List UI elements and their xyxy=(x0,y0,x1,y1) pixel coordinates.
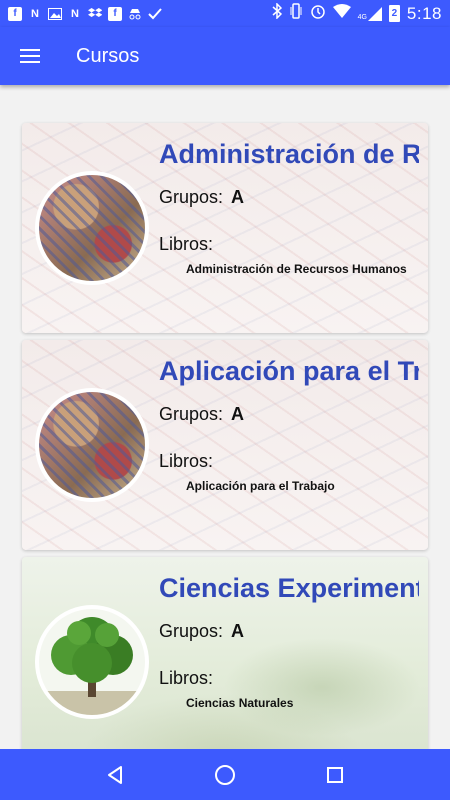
grupos-row: Grupos: A xyxy=(159,187,244,208)
recents-icon xyxy=(327,766,343,783)
back-icon xyxy=(108,765,122,784)
course-card[interactable]: Aplicación para el Trabajo Grupos: A Libr… xyxy=(22,340,428,550)
book-item[interactable]: Aplicación para el Trabajo xyxy=(186,479,335,493)
status-time: 5:18 xyxy=(406,3,442,23)
course-title: Ciencias Experimentales xyxy=(159,573,419,603)
grupos-label: Grupos: xyxy=(159,404,224,424)
course-title: Aplicación para el Trabajo xyxy=(159,356,419,386)
wifi-icon xyxy=(332,4,351,23)
course-title: Administración de Recursos Humanos xyxy=(159,139,419,169)
grupos-row: Grupos: A xyxy=(159,404,244,425)
alarm-icon xyxy=(310,3,326,24)
puzzle-image xyxy=(39,392,145,498)
bluetooth-icon xyxy=(272,2,282,24)
facebook-icon: f xyxy=(108,6,122,21)
puzzle-image xyxy=(39,175,145,281)
home-button[interactable] xyxy=(205,755,245,795)
n-icon: N xyxy=(71,7,79,20)
facebook-icon: f xyxy=(8,6,22,21)
battery-icon: 2 xyxy=(388,5,400,22)
signal-icon: 4G xyxy=(358,6,382,21)
grupos-value: A xyxy=(231,621,245,641)
grupos-value: A xyxy=(231,404,245,424)
status-bar: f N N f 4G 2 5:18 xyxy=(0,0,450,27)
dropbox-icon xyxy=(88,7,102,21)
libros-label: Libros: xyxy=(159,451,214,471)
grupos-value: A xyxy=(231,187,245,207)
notification-icons: f N N f xyxy=(8,6,162,21)
course-avatar xyxy=(35,605,149,719)
vibrate-icon xyxy=(289,3,303,24)
recents-button[interactable] xyxy=(315,755,355,795)
grupos-label: Grupos: xyxy=(159,621,224,641)
tree-image xyxy=(39,609,145,715)
menu-button[interactable] xyxy=(0,27,60,85)
app-bar: Cursos xyxy=(0,27,450,85)
navigation-bar xyxy=(0,749,450,800)
course-card[interactable]: Administración de Recursos Humanos Grupo… xyxy=(22,123,428,333)
libros-label: Libros: xyxy=(159,234,214,254)
grupos-label: Grupos: xyxy=(159,187,224,207)
course-avatar xyxy=(35,388,149,502)
hamburger-menu-icon xyxy=(20,49,40,63)
check-icon xyxy=(148,7,162,21)
libros-label: Libros: xyxy=(159,668,214,688)
n-icon: N xyxy=(31,7,39,20)
tree-icon xyxy=(39,609,145,715)
grupos-row: Grupos: A xyxy=(159,621,244,642)
course-avatar xyxy=(35,171,149,285)
back-button[interactable] xyxy=(95,755,135,795)
image-icon xyxy=(48,7,62,21)
course-list[interactable]: Administración de Recursos Humanos Grupo… xyxy=(0,85,450,749)
incognito-icon xyxy=(128,7,142,21)
home-icon xyxy=(215,764,235,785)
book-item[interactable]: Administración de Recursos Humanos xyxy=(186,262,407,276)
book-item[interactable]: Ciencias Naturales xyxy=(186,696,293,710)
course-card[interactable]: Ciencias Experimentales Grupos: A Libros:… xyxy=(22,557,428,749)
page-title: Cursos xyxy=(76,44,140,67)
